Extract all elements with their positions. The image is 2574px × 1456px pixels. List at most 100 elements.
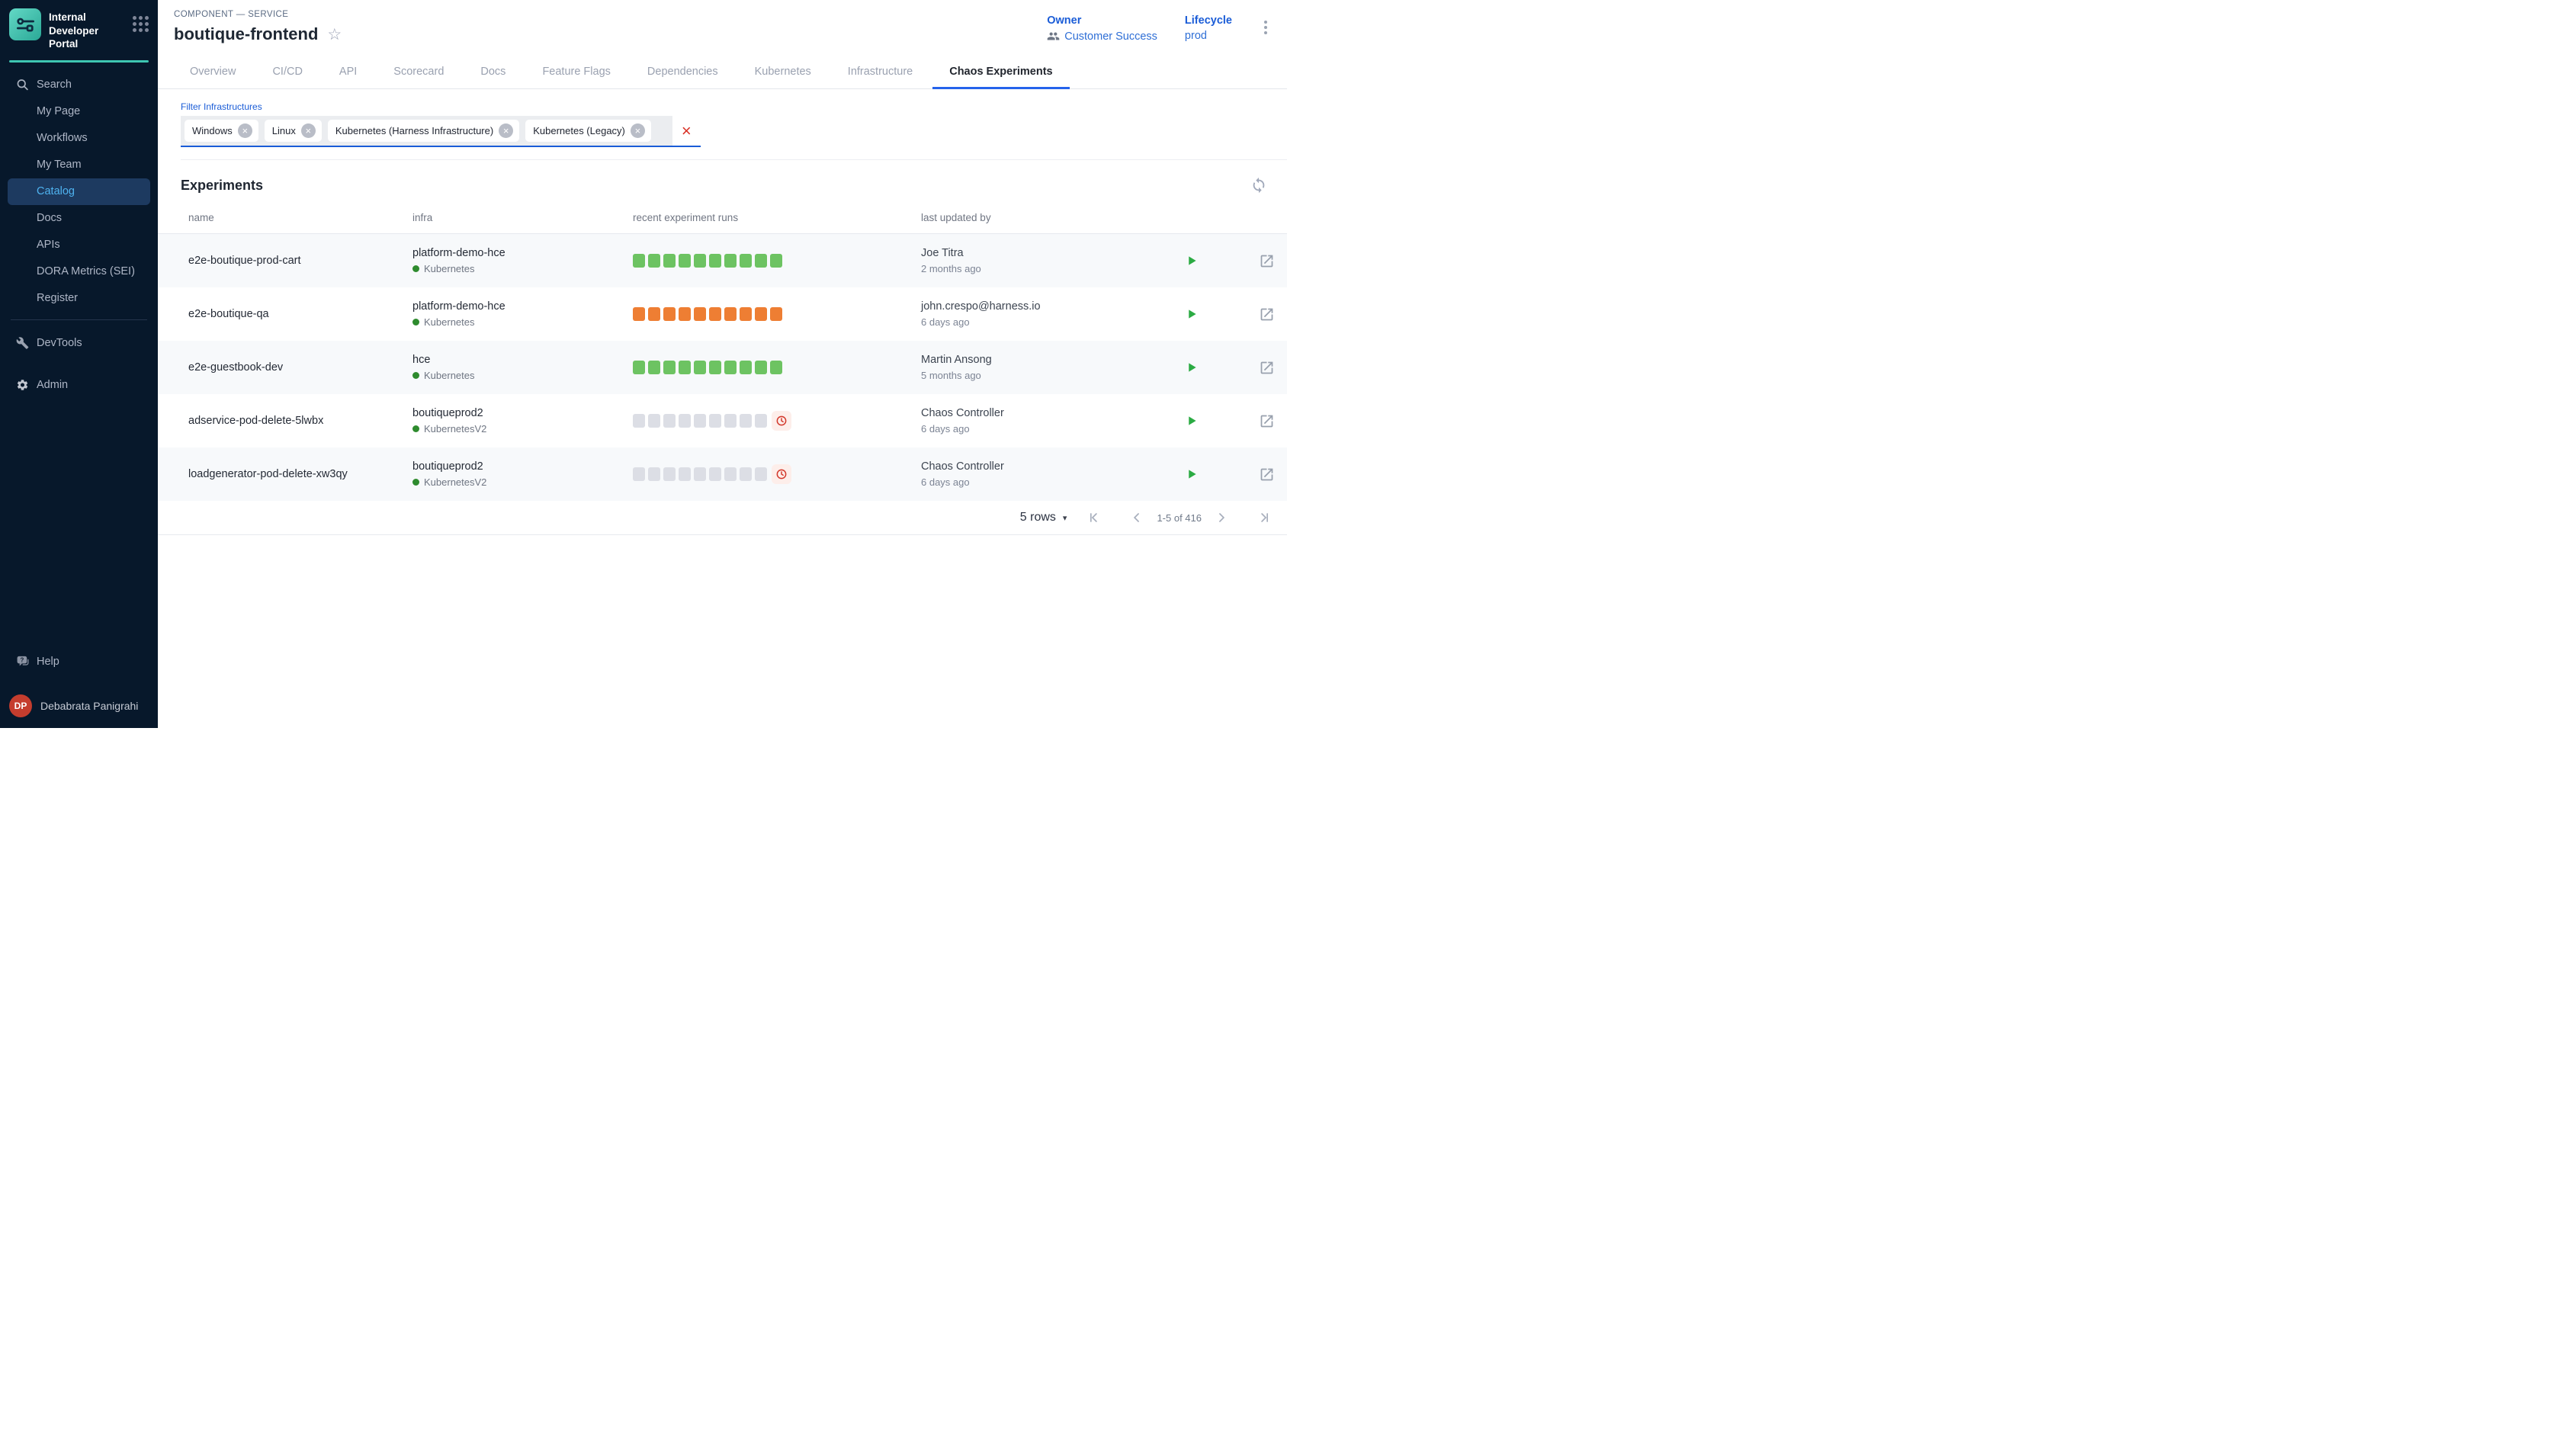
- sidebar-item[interactable]: Register: [0, 285, 158, 312]
- run-experiment-button[interactable]: [1185, 414, 1199, 428]
- sidebar-item-label: DORA Metrics (SEI): [37, 265, 135, 277]
- tab-label: Docs: [480, 66, 505, 78]
- avatar: DP: [9, 694, 32, 717]
- experiments-title: Experiments: [181, 178, 263, 194]
- tab[interactable]: Overview: [172, 53, 254, 88]
- filter-input[interactable]: Windows × Linux × Kubernetes (Harness In…: [181, 116, 701, 147]
- wrench-icon: [16, 336, 29, 349]
- sidebar-item-label: DevTools: [37, 337, 82, 349]
- search-icon: [16, 79, 29, 91]
- updated-ago: 6 days ago: [921, 476, 1182, 488]
- infra-name: boutiqueprod2: [412, 460, 633, 473]
- lifecycle-value: prod: [1185, 30, 1232, 42]
- tab[interactable]: Infrastructure: [830, 53, 931, 88]
- experiment-name: adservice-pod-delete-5lwbx: [188, 415, 412, 427]
- breadcrumb: COMPONENT — SERVICE: [174, 10, 342, 19]
- table-row[interactable]: e2e-boutique-qa platform-demo-hce Kubern…: [158, 287, 1287, 341]
- tab[interactable]: Kubernetes: [737, 53, 830, 88]
- sidebar-item[interactable]: Docs: [0, 205, 158, 232]
- app-title: Internal Developer Portal: [49, 8, 125, 51]
- last-page-icon[interactable]: [1257, 510, 1272, 525]
- tab[interactable]: Chaos Experiments: [931, 53, 1070, 88]
- table-row[interactable]: e2e-guestbook-dev hce Kubernetes Martin …: [158, 341, 1287, 394]
- filter-chip: Linux ×: [265, 120, 322, 142]
- status-dot: [412, 425, 419, 432]
- run-square: [709, 307, 721, 321]
- infra-cell: boutiqueprod2 KubernetesV2: [412, 407, 633, 435]
- table-row[interactable]: e2e-boutique-prod-cart platform-demo-hce…: [158, 234, 1287, 287]
- run-experiment-button[interactable]: [1185, 467, 1199, 481]
- chevron-down-icon: ▾: [1063, 513, 1067, 523]
- run-experiment-button[interactable]: [1185, 254, 1199, 268]
- previous-page-icon[interactable]: [1129, 510, 1144, 525]
- run-square: [648, 361, 660, 374]
- open-experiment-icon[interactable]: [1259, 467, 1275, 483]
- run-square: [740, 254, 752, 268]
- tab-label: API: [339, 66, 357, 78]
- tab-label: Overview: [190, 66, 236, 78]
- chip-remove-icon[interactable]: ×: [631, 123, 645, 138]
- group-icon: [1047, 30, 1060, 43]
- rows-per-page-value: 5 rows: [1020, 511, 1056, 524]
- sidebar-item-label: Catalog: [37, 185, 75, 197]
- run-experiment-button[interactable]: [1185, 361, 1199, 374]
- table-row[interactable]: adservice-pod-delete-5lwbx boutiqueprod2…: [158, 394, 1287, 447]
- owner-value[interactable]: Customer Success: [1064, 30, 1157, 43]
- status-dot: [412, 372, 419, 379]
- open-experiment-icon[interactable]: [1259, 253, 1275, 269]
- chip-remove-icon[interactable]: ×: [499, 123, 513, 138]
- run-experiment-button[interactable]: [1185, 307, 1199, 321]
- run-square: [648, 467, 660, 481]
- chip-remove-icon[interactable]: ×: [301, 123, 316, 138]
- refresh-icon[interactable]: [1250, 177, 1267, 194]
- infra-type: KubernetesV2: [424, 423, 486, 435]
- owner-link[interactable]: Customer Success: [1047, 30, 1157, 43]
- sidebar-item-devtools[interactable]: DevTools: [0, 328, 158, 358]
- tab[interactable]: API: [321, 53, 375, 88]
- table-row[interactable]: loadgenerator-pod-delete-xw3qy boutiquep…: [158, 447, 1287, 501]
- open-experiment-icon[interactable]: [1259, 360, 1275, 376]
- pending-clock-icon: [772, 411, 791, 431]
- sidebar-item[interactable]: Workflows: [0, 125, 158, 152]
- run-square: [770, 361, 782, 374]
- user-menu[interactable]: DP Debabrata Panigrahi: [0, 694, 158, 728]
- app-switcher-icon[interactable]: [133, 8, 149, 32]
- tab[interactable]: Dependencies: [629, 53, 737, 88]
- kebab-menu-icon[interactable]: [1260, 14, 1272, 40]
- rows-per-page-select[interactable]: 5 rows ▾: [1020, 511, 1067, 524]
- tab[interactable]: Docs: [462, 53, 524, 88]
- next-page-icon[interactable]: [1214, 510, 1229, 525]
- sidebar-item[interactable]: My Team: [0, 152, 158, 178]
- clear-filters-icon[interactable]: ×: [672, 123, 701, 140]
- sidebar-item[interactable]: DORA Metrics (SEI): [0, 258, 158, 285]
- infra-type: Kubernetes: [424, 263, 475, 274]
- experiment-name: e2e-guestbook-dev: [188, 361, 412, 374]
- sidebar-item[interactable]: APIs: [0, 232, 158, 258]
- first-page-icon[interactable]: [1086, 510, 1102, 525]
- pending-clock-icon: [772, 464, 791, 484]
- run-square: [679, 467, 691, 481]
- infra-name: hce: [412, 354, 633, 366]
- sidebar-item[interactable]: My Page: [0, 98, 158, 125]
- tab[interactable]: CI/CD: [254, 53, 320, 88]
- favorite-star-icon[interactable]: ☆: [327, 27, 342, 43]
- infra-name: boutiqueprod2: [412, 407, 633, 419]
- updated-by: Chaos Controller: [921, 407, 1182, 419]
- sidebar-item-admin[interactable]: Admin: [0, 372, 158, 399]
- sidebar-item-help[interactable]: ? Help: [0, 648, 158, 675]
- recent-runs: [633, 307, 921, 321]
- filter-chip-label: Kubernetes (Legacy): [533, 125, 625, 136]
- filter-chip: Kubernetes (Harness Infrastructure) ×: [328, 120, 519, 142]
- sidebar-item[interactable]: Catalog: [8, 178, 150, 205]
- filter-chip: Kubernetes (Legacy) ×: [525, 120, 651, 142]
- chip-remove-icon[interactable]: ×: [238, 123, 252, 138]
- open-experiment-icon[interactable]: [1259, 306, 1275, 322]
- open-experiment-icon[interactable]: [1259, 413, 1275, 429]
- filter-chipbox[interactable]: Windows × Linux × Kubernetes (Harness In…: [181, 116, 672, 146]
- tab[interactable]: Scorecard: [375, 53, 462, 88]
- sidebar-item-label: Help: [37, 656, 59, 668]
- updated-cell: Chaos Controller 6 days ago: [921, 407, 1182, 435]
- main-content: COMPONENT — SERVICE boutique-frontend ☆ …: [158, 0, 1287, 728]
- tab[interactable]: Feature Flags: [524, 53, 628, 88]
- sidebar-item[interactable]: Search: [0, 72, 158, 98]
